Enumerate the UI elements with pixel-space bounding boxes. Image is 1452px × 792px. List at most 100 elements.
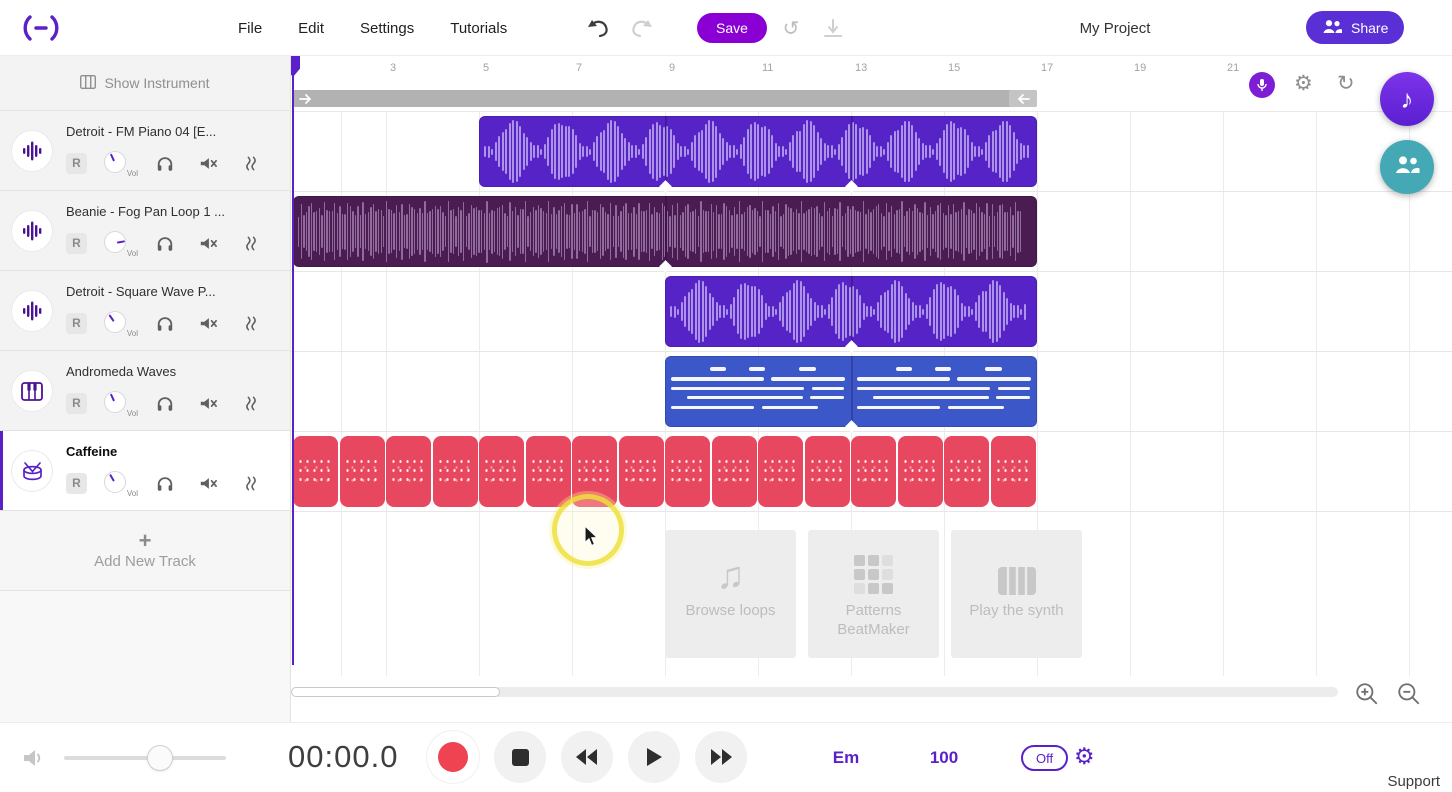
track-row-caffeine[interactable]: Caffeine R Vol: [0, 431, 290, 511]
metronome-toggle[interactable]: Off: [1021, 745, 1068, 771]
zoom-in-button[interactable]: [1354, 681, 1380, 707]
drum-clip-segment[interactable]: [479, 436, 524, 507]
lane-fm-piano[interactable]: [291, 112, 1452, 192]
play-synth-card[interactable]: Play the synth: [951, 530, 1082, 658]
lane-caffeine[interactable]: [291, 432, 1452, 512]
track-row-fog-pan[interactable]: Beanie - Fog Pan Loop 1 ... R Vol: [0, 191, 290, 271]
fast-forward-button[interactable]: [695, 731, 747, 783]
drum-clip-segment[interactable]: [619, 436, 664, 507]
volume-knob[interactable]: Vol: [104, 230, 138, 256]
transport-settings-icon[interactable]: ⚙: [1074, 743, 1095, 770]
drum-clip-segment[interactable]: [805, 436, 850, 507]
volume-knob[interactable]: Vol: [104, 470, 138, 496]
effects-button[interactable]: [239, 311, 263, 335]
master-volume-slider[interactable]: [64, 756, 226, 760]
record-button[interactable]: [427, 731, 479, 783]
refresh-icon[interactable]: ↻: [1337, 71, 1355, 96]
stop-button[interactable]: [494, 731, 546, 783]
drum-clip-segment[interactable]: [386, 436, 431, 507]
play-button[interactable]: [628, 731, 680, 783]
track-row-fm-piano[interactable]: Detroit - FM Piano 04 [E... R Vol: [0, 111, 290, 191]
loop-region-bar[interactable]: [293, 90, 1037, 107]
menu-settings[interactable]: Settings: [360, 20, 414, 37]
mute-button[interactable]: [196, 391, 220, 415]
tempo-button[interactable]: 100: [920, 748, 968, 768]
share-button[interactable]: Share: [1306, 11, 1404, 44]
volume-knob[interactable]: Vol: [104, 150, 138, 176]
key-signature-button[interactable]: Em: [824, 748, 868, 768]
drum-clip-segment[interactable]: [758, 436, 803, 507]
mute-button[interactable]: [196, 151, 220, 175]
menu-file[interactable]: File: [238, 20, 262, 37]
loop-extend-right-icon[interactable]: [299, 92, 312, 110]
master-volume-handle[interactable]: [147, 745, 173, 771]
record-arm-button[interactable]: R: [66, 313, 87, 334]
master-volume-icon[interactable]: [22, 747, 48, 774]
patterns-beatmaker-card[interactable]: Patterns BeatMaker: [808, 530, 939, 658]
music-panel-button[interactable]: ♪: [1380, 72, 1434, 126]
record-arm-button[interactable]: R: [66, 153, 87, 174]
track-row-square-wave[interactable]: Detroit - Square Wave P... R Vol: [0, 271, 290, 351]
zoom-out-button[interactable]: [1396, 681, 1422, 707]
undo-icon[interactable]: [586, 16, 612, 40]
mute-button[interactable]: [196, 471, 220, 495]
mute-button[interactable]: [196, 231, 220, 255]
menu-tutorials[interactable]: Tutorials: [450, 20, 507, 37]
drum-clip-segment[interactable]: [851, 436, 896, 507]
midi-note: [762, 406, 818, 410]
timeline-settings-icon[interactable]: ⚙: [1294, 71, 1313, 96]
record-arm-button[interactable]: R: [66, 233, 87, 254]
download-icon[interactable]: [820, 16, 846, 40]
rewind-button[interactable]: [561, 731, 613, 783]
transport-buttons: [427, 731, 747, 783]
drum-clip-segment[interactable]: [944, 436, 989, 507]
effects-button[interactable]: [239, 391, 263, 415]
menu-edit[interactable]: Edit: [298, 20, 324, 37]
show-instrument-button[interactable]: Show Instrument: [0, 56, 290, 111]
loop-extend-left-icon[interactable]: [1009, 90, 1037, 107]
support-link[interactable]: Support: [1387, 773, 1440, 790]
lane-fog-pan[interactable]: [291, 192, 1452, 272]
project-title[interactable]: My Project: [1050, 0, 1180, 56]
drum-clip-segment[interactable]: [433, 436, 478, 507]
horizontal-scrollbar-thumb[interactable]: [291, 687, 500, 697]
volume-knob[interactable]: Vol: [104, 390, 138, 416]
record-arm-button[interactable]: R: [66, 473, 87, 494]
drum-clip-segment[interactable]: [526, 436, 571, 507]
redo-icon[interactable]: [628, 16, 654, 40]
dense-clip[interactable]: [293, 196, 1037, 267]
track-row-andromeda[interactable]: Andromeda Waves R Vol: [0, 351, 290, 431]
drum-clip-segment[interactable]: [665, 436, 710, 507]
effects-button[interactable]: [239, 231, 263, 255]
drum-clip-segment[interactable]: [898, 436, 943, 507]
lane-square-wave[interactable]: [291, 272, 1452, 352]
app-logo-icon[interactable]: [22, 14, 60, 47]
horizontal-scrollbar[interactable]: [291, 687, 1338, 697]
headphones-solo-button[interactable]: [153, 231, 177, 255]
mute-button[interactable]: [196, 311, 220, 335]
headphones-solo-button[interactable]: [153, 471, 177, 495]
lane-andromeda[interactable]: [291, 352, 1452, 432]
add-new-track-button[interactable]: + Add New Track: [0, 511, 290, 591]
save-button[interactable]: Save: [697, 13, 767, 43]
volume-knob[interactable]: Vol: [104, 310, 138, 336]
headphones-solo-button[interactable]: [153, 391, 177, 415]
timeline[interactable]: 3579111315171921 ♫ Browse loops: [291, 56, 1452, 712]
drum-clip-segment[interactable]: [293, 436, 338, 507]
input-monitor-icon[interactable]: [1249, 72, 1275, 98]
drum-clip-segment[interactable]: [991, 436, 1036, 507]
wave-clip[interactable]: [665, 276, 1037, 347]
headphones-solo-button[interactable]: [153, 311, 177, 335]
ruler[interactable]: 3579111315171921: [291, 62, 1452, 80]
effects-button[interactable]: [239, 151, 263, 175]
collaboration-button[interactable]: [1380, 140, 1434, 194]
browse-loops-card[interactable]: ♫ Browse loops: [665, 530, 796, 658]
drum-clip-segment[interactable]: [340, 436, 385, 507]
revision-history-icon[interactable]: ↺: [778, 16, 804, 40]
effects-button[interactable]: [239, 471, 263, 495]
wave-clip[interactable]: [479, 116, 1037, 187]
drum-clip-segment[interactable]: [712, 436, 757, 507]
headphones-solo-button[interactable]: [153, 151, 177, 175]
record-arm-button[interactable]: R: [66, 393, 87, 414]
midi-clip[interactable]: [665, 356, 1037, 427]
